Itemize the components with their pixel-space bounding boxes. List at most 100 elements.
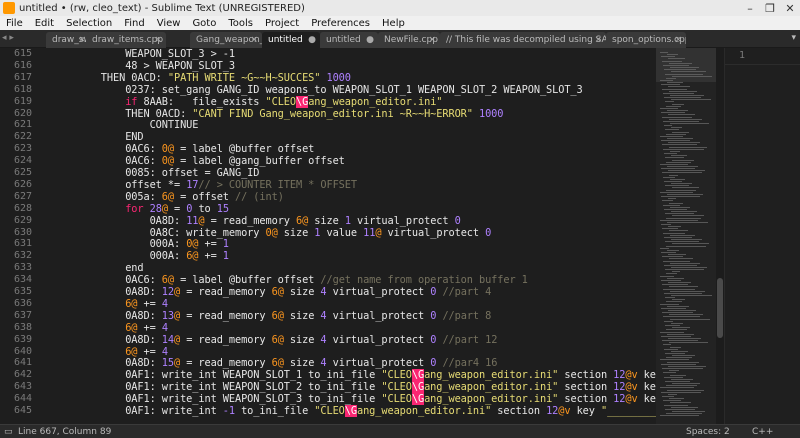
menu-selection[interactable]: Selection bbox=[66, 18, 112, 29]
minimap-line bbox=[661, 335, 691, 337]
minimap-line bbox=[672, 103, 684, 105]
minimap-line bbox=[666, 189, 696, 191]
tab-spon-options[interactable]: spon_options.cpp × bbox=[606, 32, 686, 48]
line-number: 634 bbox=[13, 274, 32, 286]
code-token: \G bbox=[411, 369, 425, 382]
minimap-line bbox=[663, 148, 704, 150]
minimap-line bbox=[668, 393, 677, 395]
minimap-line bbox=[660, 163, 688, 165]
minimap-line bbox=[665, 408, 695, 410]
menu-tools[interactable]: Tools bbox=[228, 18, 253, 29]
code-token: size bbox=[283, 286, 321, 298]
menu-file[interactable]: File bbox=[6, 18, 23, 29]
tab-decompiled[interactable]: // This file was decompiled using SASCM.… bbox=[440, 32, 606, 48]
code-line: 0A8D: 15@ = read_memory 6@ size 4 virtua… bbox=[52, 357, 497, 369]
minimap-line bbox=[671, 127, 682, 129]
code-token: 1000 bbox=[478, 107, 504, 120]
tab-nav-arrows[interactable]: ◂ ▸ bbox=[2, 33, 14, 43]
minimap-line bbox=[667, 165, 698, 167]
vertical-scrollbar[interactable] bbox=[716, 48, 724, 424]
menu-find[interactable]: Find bbox=[124, 18, 145, 29]
minimap[interactable] bbox=[656, 48, 716, 424]
minimap-line bbox=[672, 271, 680, 273]
code-line: if 8AAB: file_exists "CLEO\Gang_weapon_e… bbox=[52, 95, 442, 108]
minimap-line bbox=[670, 290, 705, 292]
code-token: = bbox=[167, 202, 187, 215]
tab-label: untitled bbox=[268, 35, 303, 45]
code-editor[interactable]: WEAPON_SLOT_3 > -1 48 > WEAPON_SLOT_3 TH… bbox=[48, 48, 656, 424]
minimap-line bbox=[671, 350, 688, 352]
code-token: 11 bbox=[363, 226, 376, 239]
scrollbar-thumb[interactable] bbox=[717, 278, 723, 338]
menu-edit[interactable]: Edit bbox=[35, 18, 54, 29]
minimap-line bbox=[670, 318, 710, 320]
menu-view[interactable]: View bbox=[157, 18, 181, 29]
code-line: THEN 0ACD: "PATH WRITE ~G~~H~SUCCES" 100… bbox=[52, 72, 351, 84]
tab-close-icon[interactable]: × bbox=[428, 35, 436, 45]
menu-project[interactable]: Project bbox=[265, 18, 299, 29]
line-number: 626 bbox=[13, 178, 32, 190]
minimap-line bbox=[664, 153, 677, 155]
tab-draw-sw[interactable]: draw_sw × bbox=[46, 32, 90, 48]
minimap-line bbox=[663, 120, 699, 122]
tab-dirty-icon[interactable]: ● bbox=[308, 35, 316, 45]
line-number: 643 bbox=[13, 381, 32, 393]
menu-goto[interactable]: Goto bbox=[192, 18, 216, 29]
tab-dirty-icon[interactable]: ● bbox=[366, 35, 374, 45]
code-token: 6@ bbox=[125, 345, 138, 358]
restore-button[interactable]: ❐ bbox=[760, 0, 780, 16]
status-indentation[interactable]: Spaces: 2 bbox=[686, 427, 730, 437]
code-line: 000A: 0@ += 1 bbox=[52, 238, 229, 250]
minimap-line bbox=[668, 310, 696, 311]
line-number: 642 bbox=[13, 369, 32, 381]
minimap-line bbox=[663, 344, 671, 346]
minimap-line bbox=[660, 387, 694, 389]
side-editor-pane[interactable]: 1 bbox=[724, 48, 800, 424]
tab-newfile-cpp[interactable]: NewFile.cpp × bbox=[378, 32, 440, 48]
minimap-line bbox=[660, 415, 699, 417]
code-token: section bbox=[491, 405, 547, 417]
line-number: 622 bbox=[13, 131, 32, 143]
code-token: end bbox=[52, 262, 144, 275]
code-line: THEN 0ACD: "CANT FIND Gang_weapon_editor… bbox=[52, 108, 503, 120]
menu-preferences[interactable]: Preferences bbox=[311, 18, 370, 29]
tab-draw-items[interactable]: draw_items.cpp × bbox=[86, 32, 166, 48]
minimap-line bbox=[665, 325, 680, 327]
status-syntax[interactable]: C++ bbox=[752, 427, 773, 437]
tab-close-icon[interactable]: × bbox=[78, 35, 86, 45]
code-token: virtual_protect bbox=[381, 226, 486, 239]
code-line: CONTINUE bbox=[52, 119, 199, 132]
minimap-line bbox=[664, 320, 673, 322]
minimap-line bbox=[667, 389, 704, 391]
code-token: 4 bbox=[161, 345, 168, 358]
minimap-line bbox=[670, 234, 695, 236]
minimap-line bbox=[668, 114, 695, 116]
tab-close-icon[interactable]: × bbox=[594, 35, 602, 45]
code-token: += bbox=[137, 345, 162, 358]
code-token: @v bbox=[625, 381, 638, 394]
tab-untitled[interactable]: untitled ● bbox=[320, 32, 378, 48]
code-token: THEN 0ACD: bbox=[52, 107, 193, 120]
code-line: 6@ += 4 bbox=[52, 298, 168, 310]
status-panel-icon[interactable]: ▭ bbox=[4, 427, 13, 437]
tab-gang-weapon-editor[interactable]: Gang_weapon_editor.ini × bbox=[190, 32, 262, 48]
tab-untitled-active[interactable]: untitled ● bbox=[262, 32, 320, 48]
code-token: //par4 16 bbox=[442, 357, 498, 370]
minimap-line bbox=[662, 340, 698, 342]
minimap-line bbox=[663, 92, 694, 94]
tab-overflow-chevron-icon[interactable]: ▾ bbox=[791, 33, 796, 43]
line-number-gutter: 615 616 617 618 619 620 621 622 623 624 625 626 627 6… bbox=[0, 48, 48, 424]
pane-divider bbox=[725, 64, 800, 65]
close-window-button[interactable]: ✕ bbox=[780, 0, 800, 16]
code-token: CONTINUE bbox=[52, 119, 199, 132]
code-token: 6@ bbox=[186, 250, 199, 263]
tab-close-icon[interactable]: × bbox=[154, 35, 162, 45]
minimap-line bbox=[665, 213, 694, 215]
menu-help[interactable]: Help bbox=[382, 18, 405, 29]
tab-close-icon[interactable]: × bbox=[250, 35, 258, 45]
code-token: 13 bbox=[161, 309, 174, 322]
tab-close-icon[interactable]: × bbox=[674, 35, 682, 45]
code-token: 6@ bbox=[125, 297, 138, 310]
minimize-button[interactable]: – bbox=[740, 0, 760, 16]
minimap-line bbox=[663, 400, 681, 402]
